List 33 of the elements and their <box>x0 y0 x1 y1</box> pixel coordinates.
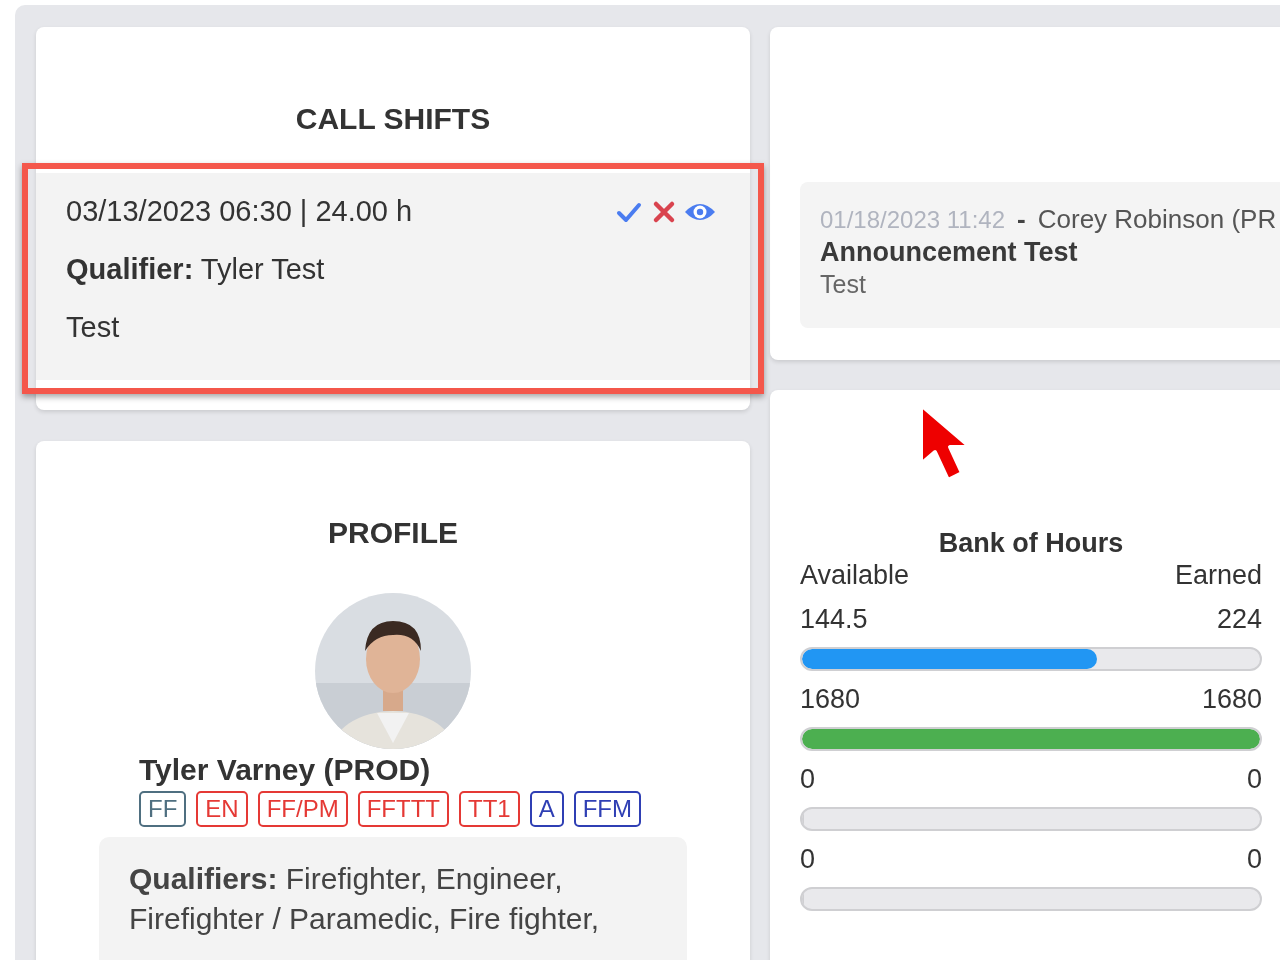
hours-value: 0 <box>800 843 816 875</box>
qualifier-text: Qualifier: Tyler Test <box>66 253 326 286</box>
qualification-tag: FF/PM <box>257 791 348 827</box>
qualification-tag: TT1 <box>459 791 520 827</box>
hours-value: 144.5 <box>800 603 868 635</box>
qualification-tag: A <box>529 791 564 827</box>
shift-note: Test <box>66 311 121 344</box>
column-label: Available <box>800 559 910 591</box>
hours-value: 0 <box>1246 843 1262 875</box>
announcement-body: Test <box>820 270 867 299</box>
hours-value: 0 <box>800 763 816 795</box>
separator-text: - <box>1017 204 1026 235</box>
close-icon[interactable] <box>652 199 676 224</box>
hours-value: 224 <box>1216 603 1262 635</box>
qualification-tag: EN <box>196 791 248 827</box>
card-title: CALL SHIFTS <box>294 102 492 136</box>
bank-title: Bank of Hours <box>937 528 1125 559</box>
profile-name: Tyler Varney (PROD) <box>139 753 431 787</box>
announcement-title: Announcement Test <box>820 237 1079 268</box>
shift-item[interactable]: 03/13/2023 06:30 | 24.00 h Qualifier: Tyler Test Test <box>36 173 750 380</box>
hours-value: 0 <box>1246 763 1262 795</box>
qualification-tag: FFM <box>573 791 641 827</box>
announcement-item[interactable]: 01/18/2023 11:42 - Corey Robinson (PR Announcement Test Test <box>800 182 1280 328</box>
qualification-tag: FF <box>139 791 187 827</box>
announcement-author: Corey Robinson (PR <box>1037 204 1277 235</box>
qualifiers-text: Qualifiers: Firefighter, Engineer, Firefighter / Paramedic, Fire fighter, <box>99 837 687 960</box>
qualification-tag: FFTTT <box>357 791 449 827</box>
hours-value: 1680 <box>800 683 861 715</box>
shift-time: 03/13/2023 06:30 | 24.00 h <box>66 195 413 228</box>
announcement-date: 01/18/2023 11:42 <box>820 206 1006 234</box>
card-title: PROFILE <box>327 516 459 550</box>
column-label: Earned <box>1174 559 1262 591</box>
hours-value: 1680 <box>1201 683 1262 715</box>
